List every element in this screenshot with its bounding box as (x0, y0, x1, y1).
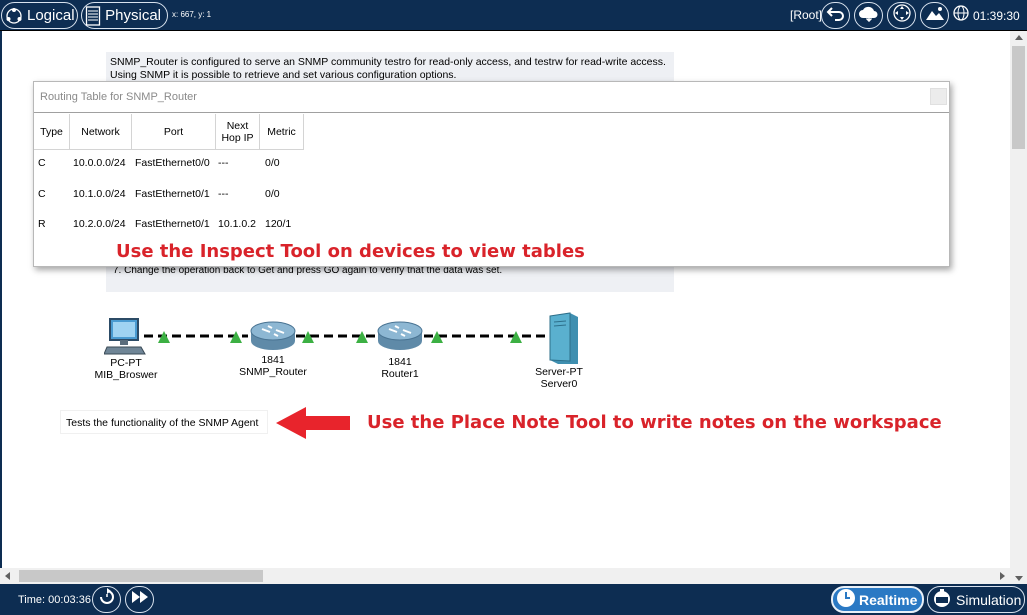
power-cycle-button[interactable] (92, 586, 121, 613)
scroll-left-icon[interactable] (5, 572, 10, 580)
server-label: Server-PT Server0 (520, 366, 598, 390)
device-model: PC-PT (110, 357, 142, 369)
horizontal-scrollbar[interactable] (0, 568, 1010, 584)
clock-icon (836, 588, 856, 611)
topology-links (144, 331, 548, 343)
realtime-label: Realtime (859, 591, 918, 608)
simulation-mode-button[interactable]: Simulation (927, 586, 1025, 613)
device-name: Router1 (381, 368, 419, 380)
fast-forward-icon (131, 590, 149, 609)
red-arrow-icon (276, 406, 352, 445)
scroll-thumb[interactable] (1012, 46, 1025, 149)
router1-device[interactable] (377, 321, 423, 356)
scroll-down-icon[interactable] (1015, 576, 1023, 581)
scroll-right-icon[interactable] (1000, 572, 1005, 580)
device-name: SNMP_Router (239, 366, 307, 378)
router-icon (250, 321, 296, 355)
device-model: Server-PT (535, 366, 583, 378)
device-name: Server0 (540, 378, 578, 390)
vertical-scrollbar[interactable] (1010, 31, 1027, 584)
pc-device[interactable] (103, 316, 148, 361)
place-note-annotation: Use the Place Note Tool to write notes o… (367, 412, 942, 433)
snmp-router-device[interactable] (250, 321, 296, 356)
server-device[interactable] (546, 312, 582, 371)
router-icon (377, 321, 423, 355)
workspace-note[interactable]: Tests the functionality of the SNMP Agen… (60, 410, 268, 434)
packet-tracer-window: Logical Physical x: 667, y: 1 [Root] 01:… (0, 0, 1027, 615)
scroll-up-icon[interactable] (1015, 35, 1023, 40)
scroll-thumb[interactable] (19, 570, 263, 582)
router1-label: 1841 Router1 (356, 356, 444, 380)
snmp-router-label: 1841 SNMP_Router (222, 354, 324, 378)
realtime-mode-button[interactable]: Realtime (831, 586, 924, 613)
simulation-time: Time: 00:03:36 (18, 594, 91, 606)
device-name: MIB_Broswer (94, 369, 158, 381)
pc-label: PC-PT MIB_Broswer (70, 357, 182, 381)
fast-forward-button[interactable] (125, 586, 154, 613)
reset-timer-icon (98, 588, 116, 611)
stopwatch-icon (931, 588, 953, 611)
device-model: 1841 (261, 354, 285, 366)
simulation-label: Simulation (956, 591, 1022, 608)
device-model: 1841 (388, 356, 412, 368)
bottom-toolbar: Time: 00:03:36 Realtime Simulation (0, 584, 1027, 615)
